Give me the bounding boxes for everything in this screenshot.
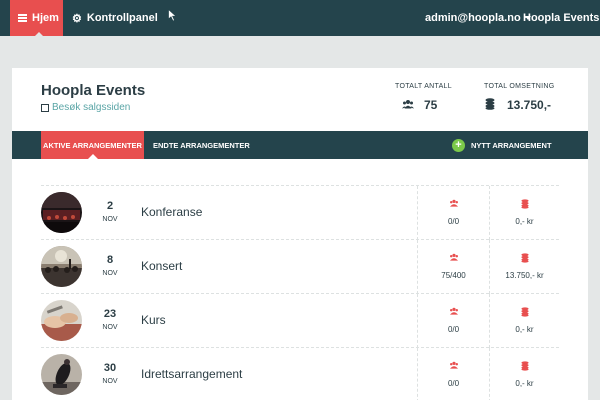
event-revenue: 0,- kr [515, 379, 534, 388]
event-month: NOV [102, 378, 118, 385]
event-revenue-cell: 0,- kr [489, 294, 559, 348]
events-card: Hoopla Events Besøk salgssiden TOTALT AN… [12, 68, 588, 400]
external-link-icon [41, 103, 49, 112]
event-tickets-cell: 0/0 [417, 186, 489, 240]
coins-icon [521, 361, 529, 371]
event-day: 23 [103, 308, 117, 320]
nav-control-panel-label: Kontrollpanel [86, 12, 158, 24]
event-name[interactable]: Konferanse [141, 205, 202, 219]
event-day: 8 [106, 254, 114, 266]
plus-icon: + [452, 138, 465, 152]
event-revenue: 13.750,- kr [505, 271, 544, 280]
coins-icon [521, 253, 529, 263]
event-revenue: 0,- kr [515, 217, 534, 226]
total-revenue-value: 13.750,- [507, 98, 552, 112]
people-icon [450, 253, 458, 261]
event-tickets: 0/0 [447, 379, 460, 388]
event-name[interactable]: Idrettsarrangement [141, 367, 242, 381]
event-image [41, 300, 82, 341]
brand-link[interactable]: Hoopla Events [523, 0, 599, 36]
coins-icon [521, 307, 529, 317]
event-image [41, 246, 82, 287]
event-row[interactable]: 30 NOV Idrettsarrangement 0/0 0,- kr [41, 347, 559, 400]
mouse-cursor-icon [168, 9, 177, 22]
people-icon [402, 100, 414, 109]
event-tickets-cell: 75/400 [417, 240, 489, 294]
user-menu-dropdown[interactable]: admin@hoopla.no [425, 0, 531, 36]
people-icon [450, 199, 458, 207]
new-event-label: NYTT ARRANGEMENT [471, 140, 552, 150]
total-count-value: 75 [424, 98, 438, 112]
event-tickets-cell: 0/0 [417, 348, 489, 400]
event-day: 30 [103, 362, 117, 374]
tab-active-events[interactable]: AKTIVE ARRANGEMENTER [41, 131, 144, 159]
tab-active-events-label: AKTIVE ARRANGEMENTER [43, 140, 142, 150]
event-tickets-cell: 0/0 [417, 294, 489, 348]
total-revenue-label: TOTAL OMSETNING [484, 83, 555, 90]
event-revenue: 0,- kr [515, 325, 534, 334]
event-month: NOV [102, 270, 118, 277]
event-revenue-cell: 13.750,- kr [489, 240, 559, 294]
event-month: NOV [102, 216, 118, 223]
event-tickets: 0/0 [447, 325, 460, 334]
visit-sales-page-label: Besøk salgssiden [52, 102, 131, 113]
top-navbar: Hjem ⚙ Kontrollpanel admin@hoopla.no Hoo… [0, 0, 600, 37]
active-caret-icon [34, 32, 44, 37]
page-title: Hoopla Events [41, 82, 146, 99]
user-email: admin@hoopla.no [425, 12, 521, 24]
people-icon [450, 361, 458, 369]
nav-home-label: Hjem [32, 12, 59, 24]
event-row[interactable]: 23 NOV Kurs 0/0 0,- kr [41, 293, 559, 348]
event-tabs-bar: AKTIVE ARRANGEMENTER ENDTE ARRANGEMENTER… [12, 131, 588, 159]
active-tab-caret-icon [88, 154, 98, 159]
event-row[interactable]: 2 NOV Konferanse 0/0 0,- kr [41, 185, 559, 240]
event-tickets: 75/400 [441, 271, 466, 280]
event-revenue-cell: 0,- kr [489, 186, 559, 240]
tab-ended-events[interactable]: ENDTE ARRANGEMENTER [153, 131, 250, 159]
coins-icon [485, 98, 495, 110]
nav-home-button[interactable]: Hjem [10, 0, 63, 37]
event-tickets: 0/0 [447, 217, 460, 226]
event-name[interactable]: Konsert [141, 259, 182, 273]
new-event-button[interactable]: + NYTT ARRANGEMENT [452, 131, 552, 159]
nav-control-panel-button[interactable]: ⚙ Kontrollpanel [72, 0, 158, 36]
event-revenue-cell: 0,- kr [489, 348, 559, 400]
event-day: 2 [106, 200, 114, 212]
menu-icon [18, 14, 27, 22]
event-name[interactable]: Kurs [141, 313, 166, 327]
total-count-label: TOTALT ANTALL [395, 83, 452, 90]
visit-sales-page-link[interactable]: Besøk salgssiden [41, 102, 130, 113]
gear-icon: ⚙ [72, 12, 82, 25]
people-icon [450, 307, 458, 315]
event-image [41, 354, 82, 395]
event-row[interactable]: 8 NOV Konsert 75/400 13.750,- kr [41, 239, 559, 294]
event-month: NOV [102, 324, 118, 331]
coins-icon [521, 199, 529, 209]
event-image [41, 192, 82, 233]
